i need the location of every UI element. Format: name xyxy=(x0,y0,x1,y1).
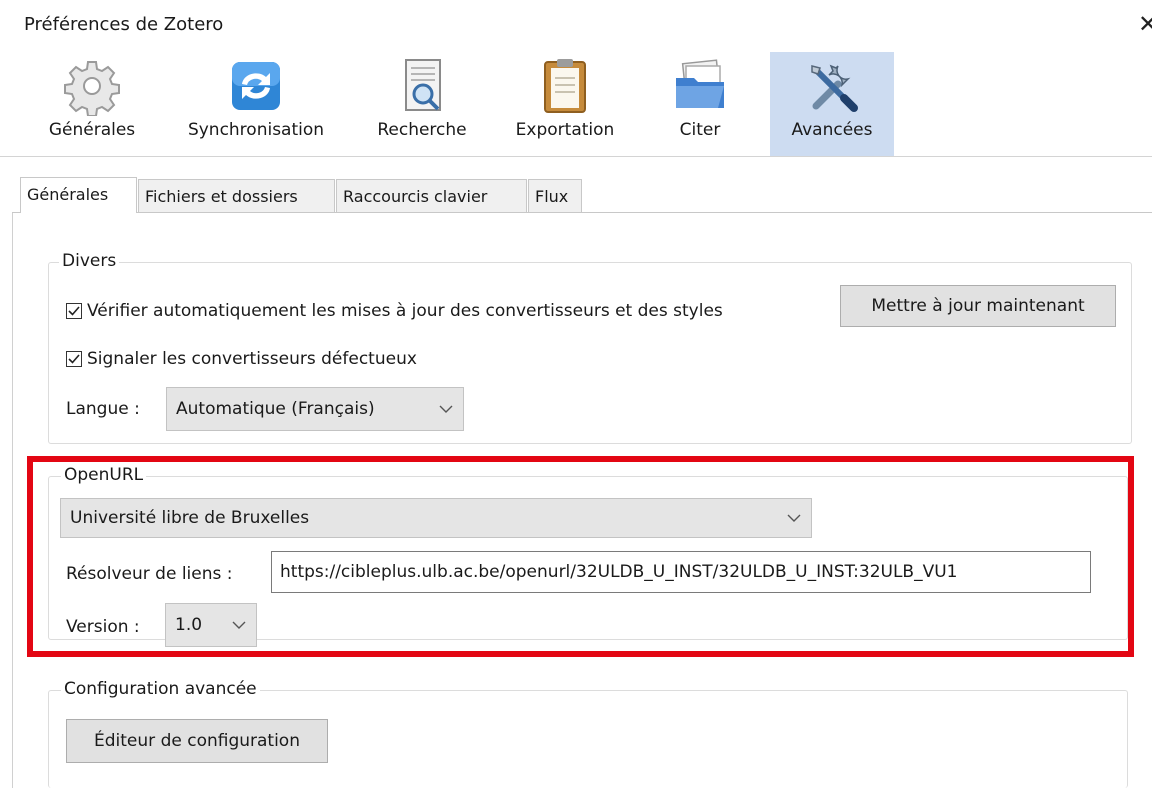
language-label: Langue : xyxy=(66,399,140,419)
toolbar-label: Recherche xyxy=(377,120,467,140)
checkmark-icon xyxy=(68,306,80,316)
clipboard-icon xyxy=(544,59,586,113)
tools-icon xyxy=(811,64,858,112)
version-label: Version : xyxy=(66,617,140,637)
toolbar-button-avancees[interactable]: Avancées xyxy=(770,52,894,156)
group-legend: OpenURL xyxy=(61,465,147,485)
gear-icon xyxy=(64,61,120,116)
toolbar-label: Générales xyxy=(48,120,136,140)
chevron-down-icon xyxy=(787,514,801,522)
toolbar-button-synchronisation[interactable]: Synchronisation xyxy=(168,52,344,156)
tabs-baseline xyxy=(12,212,1152,213)
openurl-group: OpenURL Université libre de Bruxelles Ré… xyxy=(48,465,1128,647)
report-broken-label: Signaler les convertisseurs défectueux xyxy=(87,349,417,369)
update-now-button[interactable]: Mettre à jour maintenant xyxy=(840,285,1116,327)
tab-flux[interactable]: Flux xyxy=(528,179,582,212)
advanced-config-group: Configuration avancée Éditeur de configu… xyxy=(48,679,1128,788)
group-legend: Divers xyxy=(59,251,120,271)
institution-select[interactable]: Université libre de Bruxelles xyxy=(60,498,812,538)
preferences-toolbar: Générales Synchronisation Recherche Expo… xyxy=(0,52,1152,156)
toolbar-label: Exportation xyxy=(515,120,615,140)
tab-raccourcis-clavier[interactable]: Raccourcis clavier xyxy=(336,179,527,212)
toolbar-label: Citer xyxy=(679,120,721,140)
toolbar-divider xyxy=(0,156,1152,157)
checkmark-icon xyxy=(68,354,80,364)
resolver-url-field[interactable]: https://cibleplus.ulb.ac.be/openurl/32UL… xyxy=(271,551,1091,593)
version-value: 1.0 xyxy=(175,615,203,635)
chevron-down-icon xyxy=(439,405,453,413)
resolver-url-value: https://cibleplus.ulb.ac.be/openurl/32UL… xyxy=(280,562,958,582)
toolbar-label: Synchronisation xyxy=(187,120,325,140)
toolbar-button-generales[interactable]: Générales xyxy=(36,52,148,156)
report-broken-row[interactable]: Signaler les convertisseurs défectueux xyxy=(66,349,417,369)
report-broken-checkbox[interactable] xyxy=(66,351,82,367)
toolbar-button-recherche[interactable]: Recherche xyxy=(362,52,482,156)
auto-update-checkbox[interactable] xyxy=(66,303,82,319)
window-title: Préférences de Zotero xyxy=(24,14,224,35)
auto-update-label: Vérifier automatiquement les mises à jou… xyxy=(87,301,723,321)
auto-update-row[interactable]: Vérifier automatiquement les mises à jou… xyxy=(66,301,723,321)
divers-group: Divers Vérifier automatiquement les mise… xyxy=(48,251,1132,444)
tab-fichiers-et-dossiers[interactable]: Fichiers et dossiers xyxy=(138,179,335,212)
config-editor-button[interactable]: Éditeur de configuration xyxy=(66,719,328,763)
group-legend: Configuration avancée xyxy=(61,679,260,699)
tab-generales[interactable]: Générales xyxy=(20,177,137,213)
folder-icon xyxy=(676,59,724,108)
toolbar-button-exportation[interactable]: Exportation xyxy=(500,52,630,156)
toolbar-button-citer[interactable]: Citer xyxy=(650,52,750,156)
toolbar-label: Avancées xyxy=(791,120,873,140)
language-value: Automatique (Français) xyxy=(176,399,375,419)
resolver-label: Résolveur de liens : xyxy=(66,564,233,584)
search-document-icon xyxy=(405,59,441,111)
language-select[interactable]: Automatique (Français) xyxy=(166,387,464,431)
close-icon[interactable]: ✕ xyxy=(1138,10,1152,38)
title-bar: Préférences de Zotero ✕ xyxy=(0,0,1152,52)
institution-value: Université libre de Bruxelles xyxy=(70,508,310,528)
chevron-down-icon xyxy=(232,621,246,629)
version-select[interactable]: 1.0 xyxy=(165,603,257,647)
panel-left-border xyxy=(12,212,13,788)
sync-icon xyxy=(232,62,280,110)
